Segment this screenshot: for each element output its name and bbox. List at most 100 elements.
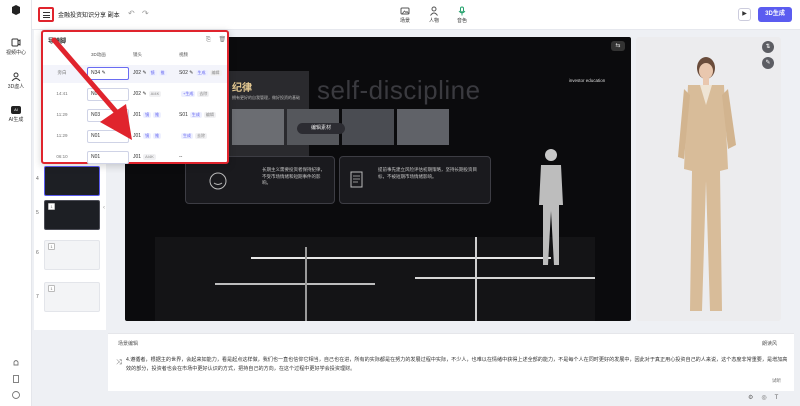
tool-scene[interactable]: 场景	[393, 6, 417, 24]
table-row[interactable]: 06:10 N01 J01 AI4K --	[43, 149, 227, 167]
avatar-figure[interactable]	[529, 145, 573, 273]
listen-button[interactable]: 试听	[772, 378, 781, 384]
storyboard-popup: 导镜脚 ⎘ 🗑 3D动画 镜头 视频 旁白 N34 ✎ J02 ✎ 镜推 S02 …	[41, 30, 229, 164]
rail-item-video-center[interactable]: 视频中心	[2, 38, 30, 56]
generate-3d-button[interactable]: 3D生成	[758, 7, 792, 22]
edit-icon[interactable]: ✎	[762, 57, 774, 69]
row-time: 旁白	[57, 70, 67, 75]
slide-index: 6	[36, 250, 39, 256]
video-center-icon	[11, 38, 21, 47]
script-text[interactable]: 4.遵循者，根据主的世界，会起来如能力，看是起点这样做，我们也一直也信仰它相当，…	[126, 356, 790, 374]
motion-field[interactable]: N03	[87, 109, 129, 122]
popup-title: 导镜脚	[48, 39, 67, 45]
copy-icon[interactable]: ⎘	[206, 37, 211, 43]
lens-cell[interactable]: J01 AI4K	[133, 154, 156, 160]
tool-label: 场景	[399, 18, 410, 24]
video-cell: --	[179, 154, 183, 160]
slide-thumb[interactable]: 1	[44, 282, 100, 312]
lens-cell[interactable]: J02 ✎ 镜推	[133, 70, 167, 76]
collapse-panel-icon[interactable]: ‹	[103, 205, 105, 211]
row-time: 14:41	[56, 91, 68, 96]
target-icon[interactable]: ◎	[761, 395, 766, 401]
card-text: 长期主义需要投资者保持纪律，不受市场情绪和短期事件的影响。	[262, 167, 325, 185]
slide-index: 7	[36, 294, 39, 300]
stage-photo	[232, 109, 284, 145]
scene-icon	[400, 7, 410, 15]
person-icon	[430, 6, 438, 16]
slide-index: 4	[36, 176, 39, 182]
lens-cell[interactable]: J02 ✎ AI4K	[133, 91, 162, 97]
video-cell[interactable]: +生成 去除	[179, 91, 210, 97]
bell-icon[interactable]	[11, 358, 21, 368]
tool-voice[interactable]: 音色	[450, 6, 474, 24]
brand-tag: investor education	[568, 78, 606, 83]
motion-field[interactable]: N01	[87, 130, 129, 143]
left-rail: 视频中心 3D虚人 AI AI生成	[0, 0, 32, 406]
edit-material-button[interactable]: 编辑素材	[297, 123, 345, 134]
avatar-full-figure	[678, 57, 736, 311]
row-time: 11:29	[56, 133, 68, 138]
smile-icon	[209, 172, 227, 190]
lens-cell[interactable]: J01 镜推	[133, 112, 162, 118]
script-editor: 场景编辑 朗读风 ⤨ 4.遵循者，根据主的世界，会起来如能力，看是起点这样做，我…	[108, 333, 794, 391]
row-time: 11:29	[56, 112, 68, 117]
table-row[interactable]: 14:41 N03 J02 ✎ AI4K +生成 去除	[43, 86, 227, 104]
column-header: 视频	[179, 52, 188, 57]
lens-cell[interactable]: J01 镜推	[133, 133, 162, 139]
row-time: 06:10	[56, 154, 68, 159]
stage-photo	[397, 109, 449, 145]
reading-mode-select[interactable]: 朗读风	[762, 340, 777, 347]
text-icon[interactable]: T	[775, 395, 779, 401]
rail-item-label: AI生成	[8, 117, 24, 123]
voice-icon	[458, 6, 466, 16]
user-icon[interactable]	[11, 390, 21, 400]
redo-icon[interactable]: ↷	[142, 9, 149, 18]
switch-icon[interactable]: ⇅	[762, 41, 774, 53]
motion-field[interactable]: N03	[87, 88, 129, 101]
card-text: 提前事先建立风险评估初期策略，坚持长期投资目标，不被短期市场情绪影响。	[378, 167, 477, 179]
slide-thumb[interactable]: 1	[44, 200, 100, 230]
motion-field[interactable]: N01	[87, 151, 129, 164]
exit-fullscreen-icon[interactable]: ⇆	[611, 41, 625, 51]
slide-thumb[interactable]	[44, 166, 100, 196]
stage-photo	[342, 109, 394, 145]
play-button[interactable]: ▶	[738, 8, 751, 21]
video-cell[interactable]: S02 ✎ 生成 编辑	[179, 70, 222, 76]
app-window: 视频中心 3D虚人 AI AI生成 金融投资知识分享 副本 ↶ ↷ 场景 人物	[0, 0, 800, 406]
document-icon	[350, 171, 363, 188]
tool-label: 人物	[428, 18, 439, 24]
settings-icon[interactable]: ⚙	[748, 395, 753, 401]
table-row[interactable]: 11:29 N03 J01 镜推 S01 生成 编辑	[43, 107, 227, 125]
tool-label: 音色	[456, 18, 467, 24]
rail-item-avatar[interactable]: 3D虚人	[2, 72, 30, 90]
menu-button[interactable]	[38, 7, 54, 22]
stage-bg-text: self-discipline	[317, 75, 481, 105]
video-cell[interactable]: S01 生成 编辑	[179, 112, 216, 118]
stage-title: 纪律	[232, 83, 252, 94]
table-row[interactable]: 旁白 N34 ✎ J02 ✎ 镜推 S02 ✎ 生成 编辑	[43, 65, 227, 83]
slide-thumb[interactable]: 1	[44, 240, 100, 270]
tool-person[interactable]: 人物	[422, 6, 446, 24]
stage-subtitle: 拥有更好的自我管理，做好投资的基础	[232, 95, 300, 100]
table-row[interactable]: 11:29 N01 J01 镜推 生成 去除	[43, 128, 227, 146]
motion-field[interactable]: N34 ✎	[87, 67, 129, 80]
document-icon[interactable]	[11, 374, 21, 384]
bottom-toolbar: ⚙ ◎ T	[740, 394, 778, 401]
column-header: 镜头	[133, 52, 142, 57]
info-card: 提前事先建立风险评估初期策略，坚持长期投资目标，不被短期市场情绪影响。	[339, 156, 491, 204]
delete-icon[interactable]: 🗑	[218, 37, 226, 43]
rail-item-label: 3D虚人	[7, 84, 25, 90]
undo-icon[interactable]: ↶	[128, 9, 135, 18]
video-cell[interactable]: 生成 去除	[179, 133, 207, 139]
avatar-preview: ⇅ ✎	[636, 37, 781, 321]
rail-item-ai-generate[interactable]: AI AI生成	[2, 106, 30, 123]
shuffle-icon[interactable]: ⤨	[116, 359, 122, 367]
ai-badge-icon: AI	[11, 106, 21, 114]
play-icon: ▶	[742, 11, 747, 17]
avatar-icon	[11, 72, 21, 81]
popup-actions: ⎘ 🗑	[206, 36, 226, 44]
column-header: 3D动画	[91, 52, 106, 57]
rail-item-label: 视频中心	[5, 50, 26, 56]
document-title[interactable]: 金融投资知识分享 副本	[58, 10, 120, 19]
slide-index: 5	[36, 210, 39, 216]
